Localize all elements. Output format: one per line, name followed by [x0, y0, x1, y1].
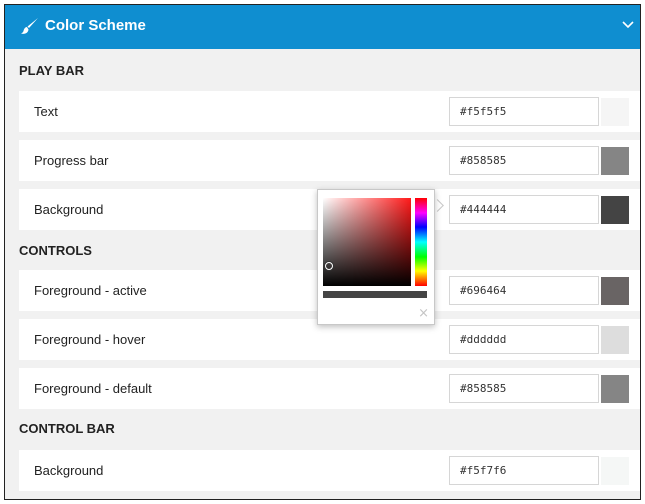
color-row-label: Progress bar	[34, 153, 109, 168]
hex-input[interactable]: #f5f5f5	[449, 97, 599, 126]
panel-title: Color Scheme	[45, 17, 146, 34]
hex-input[interactable]: #444444	[449, 195, 599, 224]
color-row-label: Background	[34, 202, 104, 217]
close-icon[interactable]: ×	[418, 307, 429, 320]
color-swatch[interactable]	[601, 277, 629, 305]
color-row-label: Foreground - active	[34, 283, 147, 298]
color-row-label: Foreground - hover	[34, 332, 146, 347]
hex-input[interactable]: #696464	[449, 276, 599, 305]
hex-input[interactable]: #f5f7f6	[449, 456, 599, 485]
hue-slider[interactable]	[415, 198, 427, 286]
color-scheme-header[interactable]: Color Scheme	[5, 5, 640, 49]
color-row-control-bar-background: Background #f5f7f6	[19, 450, 640, 491]
hex-input[interactable]: #858585	[449, 374, 599, 403]
section-title-play-bar: PLAY BAR	[19, 63, 85, 78]
saturation-value-handle[interactable]	[325, 262, 333, 270]
color-scheme-panel: Color Scheme PLAY BAR Text #f5f5f5 Progr…	[4, 4, 641, 500]
color-row-play-bar-progress: Progress bar #858585	[19, 140, 640, 181]
color-swatch[interactable]	[601, 196, 629, 224]
hex-input[interactable]: #858585	[449, 146, 599, 175]
color-row-label: Background	[34, 463, 104, 478]
color-swatch[interactable]	[601, 98, 629, 126]
color-swatch[interactable]	[601, 147, 629, 175]
saturation-value-field[interactable]	[323, 198, 411, 286]
color-row-label: Text	[34, 104, 58, 119]
color-row-label: Foreground - default	[34, 381, 152, 396]
paint-brush-icon	[21, 18, 38, 34]
color-row-foreground-hover: Foreground - hover #dddddd	[19, 319, 640, 360]
color-preview-bar	[323, 291, 427, 298]
color-swatch[interactable]	[601, 375, 629, 403]
color-swatch[interactable]	[601, 326, 629, 354]
color-swatch[interactable]	[601, 457, 629, 485]
section-title-control-bar: CONTROL BAR	[19, 421, 115, 436]
hex-input[interactable]: #dddddd	[449, 325, 599, 354]
color-row-play-bar-text: Text #f5f5f5	[19, 91, 640, 132]
color-picker-popup: ×	[317, 189, 435, 325]
section-title-controls: CONTROLS	[19, 243, 92, 258]
chevron-down-icon[interactable]	[622, 20, 634, 30]
color-row-foreground-default: Foreground - default #858585	[19, 368, 640, 409]
